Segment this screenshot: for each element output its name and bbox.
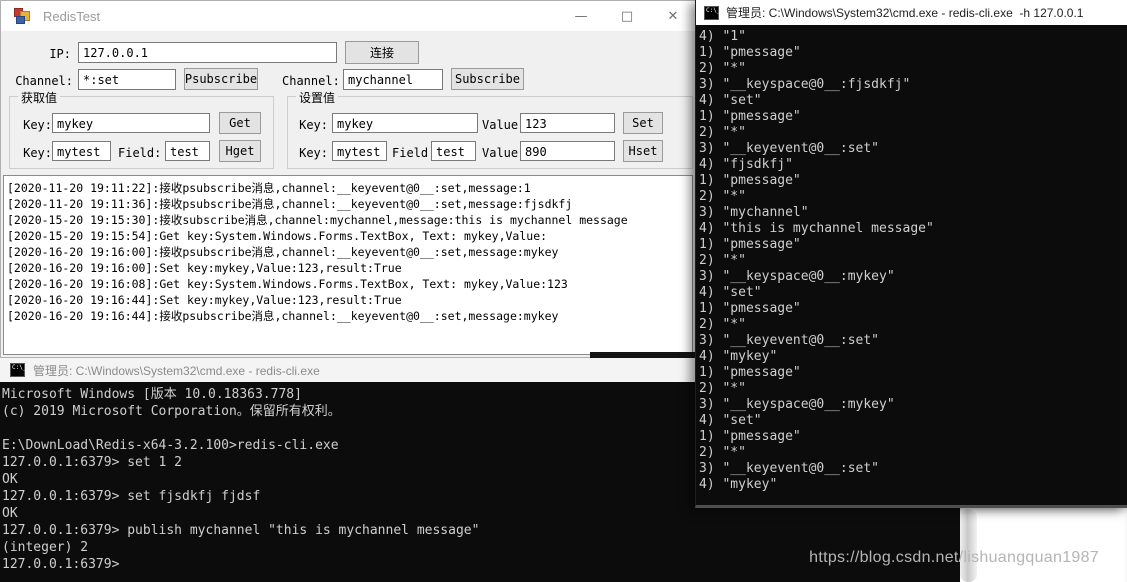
- connect-button[interactable]: 连接: [345, 41, 419, 64]
- hget-field-label: Field:: [118, 146, 160, 160]
- hset-key-label: Key:: [296, 146, 328, 160]
- window-title: RedisTest: [43, 9, 100, 24]
- hget-key-input[interactable]: mytest: [52, 141, 111, 161]
- get-group-title: 获取值: [18, 89, 60, 106]
- hset-button[interactable]: Hset: [623, 140, 663, 162]
- app-icon: [14, 8, 30, 24]
- set-group-title: 设置值: [296, 89, 338, 106]
- set-key-label: Key:: [296, 118, 328, 132]
- cmd-left-title: 管理员: C:\Windows\System32\cmd.exe - redis…: [33, 362, 320, 379]
- get-groupbox: 获取值 Key: mykey Get Key: mytest Field: te…: [9, 96, 274, 169]
- set-value-label: Value:: [482, 118, 520, 132]
- hget-button[interactable]: Hget: [219, 140, 261, 162]
- window-edge-fragment: [590, 352, 697, 358]
- background-window-fragment: [955, 505, 1127, 582]
- get-button[interactable]: Get: [219, 112, 261, 134]
- log-textbox[interactable]: [2020-11-20 19:11:22]:接收psubscribe消息,cha…: [3, 175, 693, 355]
- cmd-right-title: 管理员: C:\Windows\System32\cmd.exe - redis…: [726, 4, 1083, 21]
- scrollbar[interactable]: [960, 509, 977, 582]
- maximize-button[interactable]: □: [605, 1, 649, 31]
- subscribe-button[interactable]: Subscribe: [451, 68, 524, 90]
- hset-field-input[interactable]: test: [431, 141, 476, 161]
- pchannel-input[interactable]: *:set: [78, 69, 176, 90]
- get-key-input[interactable]: mykey: [52, 113, 210, 133]
- ip-input[interactable]: 127.0.0.1: [78, 42, 337, 63]
- log-text: [2020-11-20 19:11:22]:接收psubscribe消息,cha…: [4, 176, 692, 328]
- set-button[interactable]: Set: [623, 112, 663, 134]
- minimize-button[interactable]: —: [559, 1, 603, 31]
- cmd-icon: C:\_: [704, 6, 719, 20]
- cmd-icon: C:\_: [10, 363, 25, 377]
- cmd-right-output: 4) "1" 1) "pmessage" 2) "*" 3) "__keyspa…: [696, 25, 1127, 497]
- hset-value-label: Value:: [482, 146, 520, 160]
- redistest-titlebar[interactable]: RedisTest — □ ✕: [1, 1, 695, 31]
- hget-key-label: Key:: [22, 146, 52, 160]
- ip-label: IP:: [15, 47, 71, 61]
- cmd-window-redis-cli-subscriber[interactable]: C:\_ 管理员: C:\Windows\System32\cmd.exe - …: [695, 0, 1127, 508]
- channel-input[interactable]: mychannel: [343, 69, 443, 90]
- hget-field-input[interactable]: test: [165, 141, 210, 161]
- hset-field-label: Field:: [392, 146, 434, 160]
- set-groupbox: 设置值 Key: mykey Value: 123 Set Key: mytes…: [287, 96, 693, 169]
- hset-key-input[interactable]: mytest: [332, 141, 387, 161]
- close-button[interactable]: ✕: [651, 1, 695, 31]
- redistest-window: RedisTest — □ ✕ IP: 127.0.0.1 连接 Channel…: [0, 0, 696, 358]
- cmd-right-titlebar[interactable]: C:\_ 管理员: C:\Windows\System32\cmd.exe - …: [696, 0, 1127, 25]
- set-value-input[interactable]: 123: [520, 113, 615, 133]
- desktop: C:\_ 管理员: C:\Windows\System32\cmd.exe - …: [0, 0, 1127, 582]
- channel1-label: Channel:: [15, 74, 73, 88]
- channel2-label: Channel:: [282, 74, 338, 88]
- watermark-url: https://blog.csdn.net/lishuangquan1987: [809, 549, 1099, 567]
- psubscribe-button[interactable]: Psubscribe: [184, 68, 258, 90]
- get-key-label: Key:: [22, 118, 52, 132]
- hset-value-input[interactable]: 890: [520, 141, 615, 161]
- set-key-input[interactable]: mykey: [332, 113, 478, 133]
